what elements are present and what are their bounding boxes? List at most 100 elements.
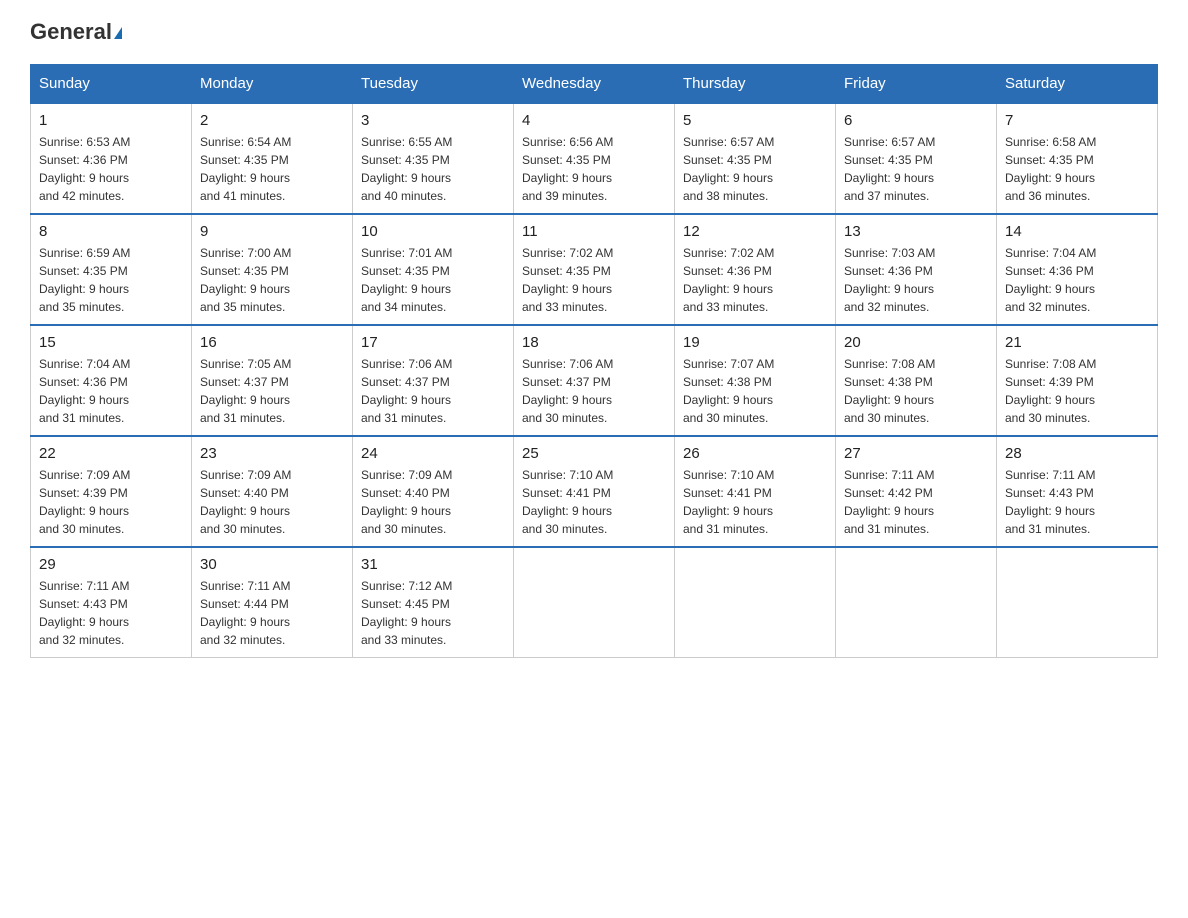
calendar-cell <box>675 547 836 658</box>
weekday-header-thursday: Thursday <box>675 65 836 104</box>
day-number: 21 <box>1005 334 1149 351</box>
day-number: 5 <box>683 112 827 129</box>
day-info: Sunrise: 7:06 AM Sunset: 4:37 PM Dayligh… <box>522 355 666 427</box>
day-info: Sunrise: 6:57 AM Sunset: 4:35 PM Dayligh… <box>683 133 827 205</box>
calendar-cell: 12 Sunrise: 7:02 AM Sunset: 4:36 PM Dayl… <box>675 214 836 325</box>
day-number: 31 <box>361 556 505 573</box>
calendar-cell: 30 Sunrise: 7:11 AM Sunset: 4:44 PM Dayl… <box>192 547 353 658</box>
day-number: 2 <box>200 112 344 129</box>
calendar-cell: 18 Sunrise: 7:06 AM Sunset: 4:37 PM Dayl… <box>514 325 675 436</box>
day-number: 8 <box>39 223 183 240</box>
day-info: Sunrise: 7:10 AM Sunset: 4:41 PM Dayligh… <box>522 466 666 538</box>
calendar-cell: 26 Sunrise: 7:10 AM Sunset: 4:41 PM Dayl… <box>675 436 836 547</box>
weekday-header-friday: Friday <box>836 65 997 104</box>
calendar-week-row: 1 Sunrise: 6:53 AM Sunset: 4:36 PM Dayli… <box>31 103 1158 214</box>
day-number: 13 <box>844 223 988 240</box>
calendar-cell: 11 Sunrise: 7:02 AM Sunset: 4:35 PM Dayl… <box>514 214 675 325</box>
calendar-cell <box>836 547 997 658</box>
calendar-cell: 24 Sunrise: 7:09 AM Sunset: 4:40 PM Dayl… <box>353 436 514 547</box>
day-info: Sunrise: 6:58 AM Sunset: 4:35 PM Dayligh… <box>1005 133 1149 205</box>
day-number: 7 <box>1005 112 1149 129</box>
day-info: Sunrise: 7:12 AM Sunset: 4:45 PM Dayligh… <box>361 577 505 649</box>
calendar-cell: 28 Sunrise: 7:11 AM Sunset: 4:43 PM Dayl… <box>997 436 1158 547</box>
calendar-week-row: 29 Sunrise: 7:11 AM Sunset: 4:43 PM Dayl… <box>31 547 1158 658</box>
calendar-cell: 31 Sunrise: 7:12 AM Sunset: 4:45 PM Dayl… <box>353 547 514 658</box>
day-number: 18 <box>522 334 666 351</box>
day-info: Sunrise: 6:59 AM Sunset: 4:35 PM Dayligh… <box>39 244 183 316</box>
calendar-table: SundayMondayTuesdayWednesdayThursdayFrid… <box>30 64 1158 658</box>
day-number: 25 <box>522 445 666 462</box>
calendar-cell: 4 Sunrise: 6:56 AM Sunset: 4:35 PM Dayli… <box>514 103 675 214</box>
calendar-cell: 1 Sunrise: 6:53 AM Sunset: 4:36 PM Dayli… <box>31 103 192 214</box>
day-info: Sunrise: 7:11 AM Sunset: 4:43 PM Dayligh… <box>39 577 183 649</box>
calendar-cell: 2 Sunrise: 6:54 AM Sunset: 4:35 PM Dayli… <box>192 103 353 214</box>
day-info: Sunrise: 7:09 AM Sunset: 4:40 PM Dayligh… <box>200 466 344 538</box>
day-number: 14 <box>1005 223 1149 240</box>
day-info: Sunrise: 7:01 AM Sunset: 4:35 PM Dayligh… <box>361 244 505 316</box>
logo-triangle-icon <box>114 27 122 39</box>
calendar-cell: 19 Sunrise: 7:07 AM Sunset: 4:38 PM Dayl… <box>675 325 836 436</box>
day-info: Sunrise: 7:09 AM Sunset: 4:40 PM Dayligh… <box>361 466 505 538</box>
calendar-week-row: 22 Sunrise: 7:09 AM Sunset: 4:39 PM Dayl… <box>31 436 1158 547</box>
calendar-cell: 22 Sunrise: 7:09 AM Sunset: 4:39 PM Dayl… <box>31 436 192 547</box>
calendar-cell: 13 Sunrise: 7:03 AM Sunset: 4:36 PM Dayl… <box>836 214 997 325</box>
weekday-header-tuesday: Tuesday <box>353 65 514 104</box>
day-info: Sunrise: 7:02 AM Sunset: 4:36 PM Dayligh… <box>683 244 827 316</box>
day-info: Sunrise: 7:09 AM Sunset: 4:39 PM Dayligh… <box>39 466 183 538</box>
day-info: Sunrise: 7:11 AM Sunset: 4:43 PM Dayligh… <box>1005 466 1149 538</box>
day-info: Sunrise: 7:00 AM Sunset: 4:35 PM Dayligh… <box>200 244 344 316</box>
day-info: Sunrise: 6:55 AM Sunset: 4:35 PM Dayligh… <box>361 133 505 205</box>
day-info: Sunrise: 6:56 AM Sunset: 4:35 PM Dayligh… <box>522 133 666 205</box>
logo: General <box>30 20 122 44</box>
day-info: Sunrise: 7:06 AM Sunset: 4:37 PM Dayligh… <box>361 355 505 427</box>
calendar-cell: 16 Sunrise: 7:05 AM Sunset: 4:37 PM Dayl… <box>192 325 353 436</box>
day-info: Sunrise: 7:08 AM Sunset: 4:39 PM Dayligh… <box>1005 355 1149 427</box>
calendar-cell <box>997 547 1158 658</box>
calendar-cell: 17 Sunrise: 7:06 AM Sunset: 4:37 PM Dayl… <box>353 325 514 436</box>
day-number: 4 <box>522 112 666 129</box>
page-header: General <box>30 20 1158 44</box>
day-info: Sunrise: 7:10 AM Sunset: 4:41 PM Dayligh… <box>683 466 827 538</box>
day-number: 20 <box>844 334 988 351</box>
calendar-cell: 6 Sunrise: 6:57 AM Sunset: 4:35 PM Dayli… <box>836 103 997 214</box>
day-number: 1 <box>39 112 183 129</box>
calendar-cell: 23 Sunrise: 7:09 AM Sunset: 4:40 PM Dayl… <box>192 436 353 547</box>
day-number: 24 <box>361 445 505 462</box>
calendar-cell: 7 Sunrise: 6:58 AM Sunset: 4:35 PM Dayli… <box>997 103 1158 214</box>
day-number: 23 <box>200 445 344 462</box>
day-info: Sunrise: 7:04 AM Sunset: 4:36 PM Dayligh… <box>1005 244 1149 316</box>
day-info: Sunrise: 6:57 AM Sunset: 4:35 PM Dayligh… <box>844 133 988 205</box>
day-number: 6 <box>844 112 988 129</box>
day-number: 15 <box>39 334 183 351</box>
day-info: Sunrise: 7:11 AM Sunset: 4:42 PM Dayligh… <box>844 466 988 538</box>
weekday-header-wednesday: Wednesday <box>514 65 675 104</box>
weekday-header-sunday: Sunday <box>31 65 192 104</box>
calendar-cell <box>514 547 675 658</box>
day-info: Sunrise: 6:54 AM Sunset: 4:35 PM Dayligh… <box>200 133 344 205</box>
day-number: 19 <box>683 334 827 351</box>
day-number: 10 <box>361 223 505 240</box>
calendar-cell: 25 Sunrise: 7:10 AM Sunset: 4:41 PM Dayl… <box>514 436 675 547</box>
calendar-cell: 10 Sunrise: 7:01 AM Sunset: 4:35 PM Dayl… <box>353 214 514 325</box>
calendar-body: 1 Sunrise: 6:53 AM Sunset: 4:36 PM Dayli… <box>31 103 1158 658</box>
day-info: Sunrise: 7:07 AM Sunset: 4:38 PM Dayligh… <box>683 355 827 427</box>
day-number: 9 <box>200 223 344 240</box>
calendar-cell: 21 Sunrise: 7:08 AM Sunset: 4:39 PM Dayl… <box>997 325 1158 436</box>
calendar-cell: 27 Sunrise: 7:11 AM Sunset: 4:42 PM Dayl… <box>836 436 997 547</box>
day-info: Sunrise: 7:02 AM Sunset: 4:35 PM Dayligh… <box>522 244 666 316</box>
calendar-cell: 14 Sunrise: 7:04 AM Sunset: 4:36 PM Dayl… <box>997 214 1158 325</box>
calendar-week-row: 15 Sunrise: 7:04 AM Sunset: 4:36 PM Dayl… <box>31 325 1158 436</box>
calendar-cell: 5 Sunrise: 6:57 AM Sunset: 4:35 PM Dayli… <box>675 103 836 214</box>
weekday-header-saturday: Saturday <box>997 65 1158 104</box>
day-number: 11 <box>522 223 666 240</box>
day-info: Sunrise: 6:53 AM Sunset: 4:36 PM Dayligh… <box>39 133 183 205</box>
weekday-header-row: SundayMondayTuesdayWednesdayThursdayFrid… <box>31 65 1158 104</box>
calendar-cell: 8 Sunrise: 6:59 AM Sunset: 4:35 PM Dayli… <box>31 214 192 325</box>
day-number: 29 <box>39 556 183 573</box>
calendar-cell: 29 Sunrise: 7:11 AM Sunset: 4:43 PM Dayl… <box>31 547 192 658</box>
day-number: 17 <box>361 334 505 351</box>
calendar-week-row: 8 Sunrise: 6:59 AM Sunset: 4:35 PM Dayli… <box>31 214 1158 325</box>
calendar-cell: 15 Sunrise: 7:04 AM Sunset: 4:36 PM Dayl… <box>31 325 192 436</box>
weekday-header-monday: Monday <box>192 65 353 104</box>
logo-line1: General <box>30 20 122 44</box>
